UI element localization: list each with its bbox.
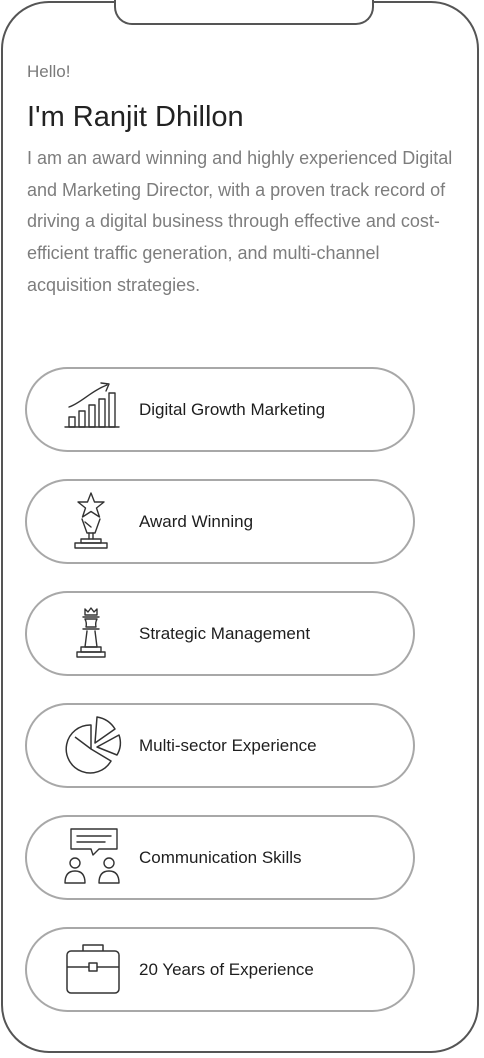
skill-label: 20 Years of Experience	[139, 960, 314, 979]
intro-section: Hello! I'm Ranjit Dhillon I am an award …	[27, 61, 467, 302]
skill-label: Multi-sector Experience	[139, 736, 317, 755]
skill-digital-growth-marketing[interactable]: Digital Growth Marketing	[25, 367, 415, 452]
bio-paragraph: I am an award winning and highly experie…	[27, 148, 453, 295]
skill-label: Digital Growth Marketing	[139, 400, 326, 419]
phone-notch	[114, 0, 374, 25]
growth-chart-icon	[61, 377, 127, 443]
skill-strategic-management[interactable]: Strategic Management	[25, 591, 415, 676]
briefcase-icon	[61, 937, 127, 1003]
pie-chart-icon	[61, 713, 127, 779]
skill-label: Strategic Management	[139, 624, 311, 643]
skills-list: Digital Growth Marketing Award Winning S…	[25, 367, 415, 1039]
skill-multi-sector-experience[interactable]: Multi-sector Experience	[25, 703, 415, 788]
skill-communication-skills[interactable]: Communication Skills	[25, 815, 415, 900]
skill-20-years-experience[interactable]: 20 Years of Experience	[25, 927, 415, 1012]
chess-king-icon	[61, 601, 127, 667]
conversation-icon	[61, 825, 127, 891]
skill-award-winning[interactable]: Award Winning	[25, 479, 415, 564]
skill-label: Communication Skills	[139, 848, 302, 867]
page-title: I'm Ranjit Dhillon	[27, 101, 244, 133]
skill-label: Award Winning	[139, 512, 254, 531]
trophy-star-icon	[61, 489, 127, 555]
greeting-text: Hello!	[27, 62, 71, 81]
